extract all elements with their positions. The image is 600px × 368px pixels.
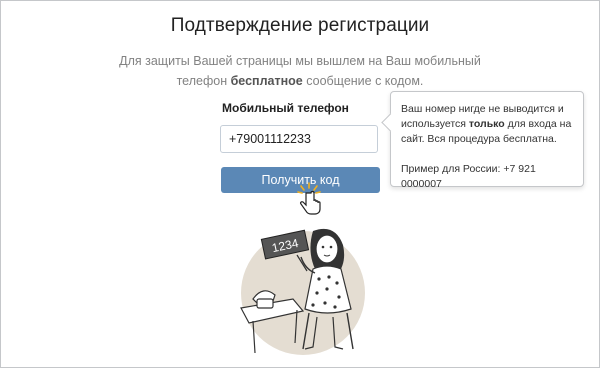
tooltip-bold: только xyxy=(468,118,505,130)
tooltip-example: Пример для России: +7 921 0000007 xyxy=(401,163,536,190)
tooltip-text: Ваш номер нигде не выводится и используе… xyxy=(401,102,573,147)
description-bold: бесплатное xyxy=(230,74,303,88)
phone-input[interactable] xyxy=(220,125,378,153)
hand-pointer-icon xyxy=(297,182,321,215)
registration-confirmation-card: Подтверждение регистрации Для защиты Ваш… xyxy=(0,0,600,368)
phone-label: Мобильный телефон xyxy=(222,101,349,115)
description-text-2: сообщение с кодом. xyxy=(302,74,424,88)
phone-hint-tooltip: Ваш номер нигде не выводится и используе… xyxy=(381,91,584,190)
woman-with-phone-illustration: 1234 xyxy=(240,228,365,355)
page-title: Подтверждение регистрации xyxy=(170,15,430,36)
tooltip-arrow xyxy=(381,113,400,132)
page-description: Для защиты Вашей страницы мы вышлем на В… xyxy=(101,51,499,91)
